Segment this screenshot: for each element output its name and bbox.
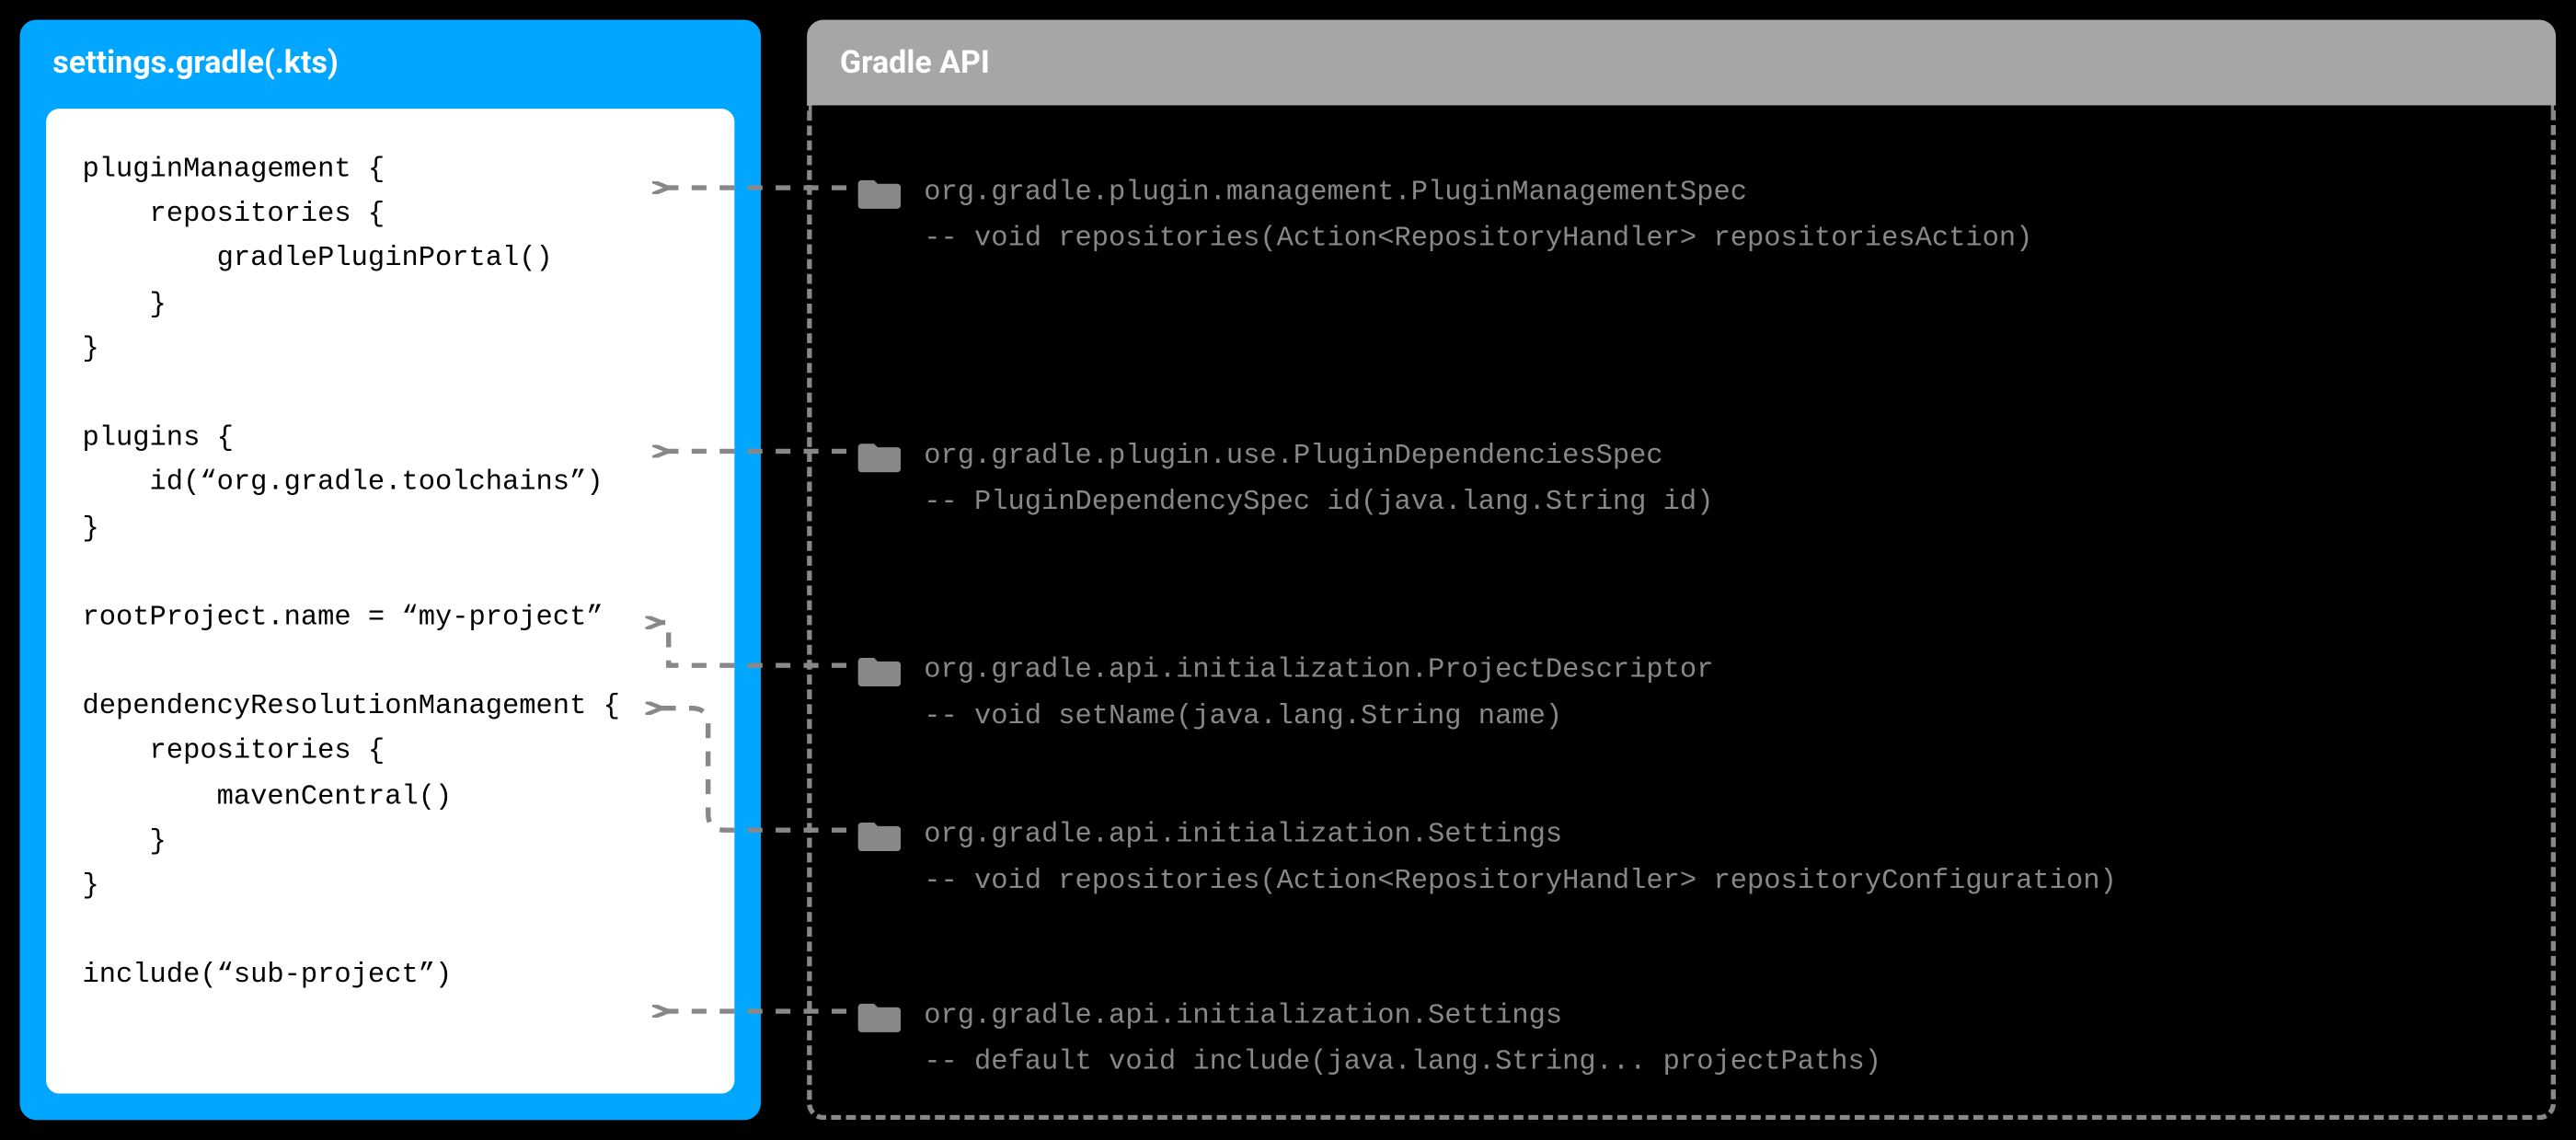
folder-icon — [858, 175, 902, 211]
api-item-settings-include: org.gradle.api.initialization.Settings -… — [858, 995, 2518, 1087]
gradle-api-panel: Gradle API org.gradle.plugin.management.… — [807, 19, 2556, 1120]
api-method: -- void setName(java.lang.String name) — [924, 702, 1562, 733]
api-item-plugin-management: org.gradle.plugin.management.PluginManag… — [858, 171, 2518, 263]
api-class: org.gradle.api.initialization.ProjectDes… — [924, 655, 1713, 686]
settings-code: pluginManagement { repositories { gradle… — [83, 148, 698, 999]
api-method: -- void repositories(Action<RepositoryHa… — [924, 867, 2117, 898]
settings-file-panel: settings.gradle(.kts) pluginManagement {… — [19, 19, 761, 1120]
api-item-project-descriptor: org.gradle.api.initialization.ProjectDes… — [858, 649, 2518, 741]
folder-icon — [858, 438, 902, 474]
gradle-api-body: org.gradle.plugin.management.PluginManag… — [807, 106, 2556, 1121]
settings-file-title: settings.gradle(.kts) — [19, 19, 761, 97]
api-text: org.gradle.api.initialization.Settings -… — [924, 813, 2117, 905]
api-method: -- default void include(java.lang.String… — [924, 1048, 1881, 1079]
api-class: org.gradle.api.initialization.Settings — [924, 820, 1562, 851]
api-text: org.gradle.api.initialization.Settings -… — [924, 995, 1881, 1087]
api-class: org.gradle.plugin.management.PluginManag… — [924, 178, 1747, 209]
folder-icon — [858, 817, 902, 853]
api-class: org.gradle.plugin.use.PluginDependencies… — [924, 442, 1662, 473]
api-text: org.gradle.api.initialization.ProjectDes… — [924, 649, 1713, 741]
folder-icon — [858, 998, 902, 1034]
api-text: org.gradle.plugin.management.PluginManag… — [924, 171, 2032, 263]
folder-icon — [858, 652, 902, 688]
api-method: -- void repositories(Action<RepositoryHa… — [924, 225, 2032, 256]
api-method: -- PluginDependencySpec id(java.lang.Str… — [924, 488, 1713, 519]
api-item-settings-repos: org.gradle.api.initialization.Settings -… — [858, 813, 2518, 905]
gradle-api-title: Gradle API — [807, 19, 2556, 105]
code-card: pluginManagement { repositories { gradle… — [46, 109, 734, 1093]
api-text: org.gradle.plugin.use.PluginDependencies… — [924, 435, 1713, 527]
api-class: org.gradle.api.initialization.Settings — [924, 1001, 1562, 1032]
api-item-plugin-dependencies: org.gradle.plugin.use.PluginDependencies… — [858, 435, 2518, 527]
